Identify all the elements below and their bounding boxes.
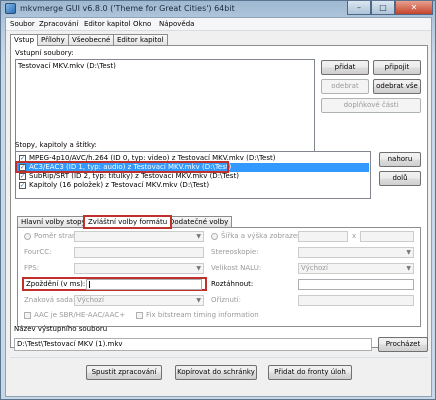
tab-extra-options[interactable]: Dodatečné volby [165,216,233,227]
fps-select[interactable]: ▼ [74,263,204,274]
stereoscopy-select[interactable]: ▼ [298,247,414,258]
tab-vseobecne[interactable]: Všeobecné [68,34,115,45]
display-size-x: x [352,232,357,240]
tracks-label: Stopy, kapitoly a štítky: [15,141,97,149]
close-button[interactable]: ✕ [395,1,433,15]
nalu-size-label: Velikost NALU: [211,264,262,272]
track-item[interactable]: ✓ SubRip/SRT (ID 2, typ: titulky) z Testo… [17,172,369,181]
delay-input[interactable] [86,279,202,290]
delay-label: Zpoždění (v ms): [26,280,86,288]
track-item-selected[interactable]: ✓ AC3/EAC3 (ID 1, typ: audio) z Testovací… [17,163,369,172]
start-muxing-button[interactable]: Spustit zpracování [86,365,162,380]
minimize-button[interactable]: – [347,1,371,15]
track-item[interactable]: ✓ Kapitoly (16 položek) z Testovací MKV.m… [17,181,369,190]
output-filename-label: Název výstupního souboru [14,325,108,333]
track-checkbox[interactable]: ✓ [19,155,26,162]
track-checkbox[interactable]: ✓ [19,164,26,171]
display-height-input[interactable] [360,231,414,242]
stretch-input[interactable] [298,279,414,290]
aspect-ratio-select[interactable]: ▼ [74,231,204,242]
input-files-list[interactable]: Testovací MKV.mkv (D:\Test) [15,59,315,154]
fix-bitstream-label: Fix bitstream timing information [146,311,259,319]
cropping-label: Oříznutí: [211,296,241,304]
menu-editor-kapitol[interactable]: Editor kapitol [84,20,131,28]
sub-charset-select[interactable]: Výchozí ▼ [74,295,204,306]
additional-parts-button[interactable]: doplňkové části [321,98,421,113]
track-option-tabs: Hlavní volby stopy Zvláštní volby formát… [17,215,257,229]
menu-soubor[interactable]: Soubor [10,20,35,28]
tracks-list[interactable]: ✓ MPEG-4p10/AVC/h.264 (ID 0, typ: video) … [15,151,371,199]
window-title: mkvmerge GUI v6.8.0 ('Theme for Great Ci… [20,4,235,13]
main-tabs: Vstup Přílohy Všeobecné Editor kapitol [10,34,210,46]
tab-editor-kapitol[interactable]: Editor kapitol [113,34,168,45]
separator [10,357,428,358]
track-item[interactable]: ✓ MPEG-4p10/AVC/h.264 (ID 0, typ: video) … [17,154,369,163]
tab-main-track-options[interactable]: Hlavní volby stopy [17,216,90,227]
aspect-ratio-label: Poměr stran: [34,232,79,240]
aspect-ratio-radio[interactable] [24,233,31,240]
client-area: Soubor Zpracování Editor kapitol Okno Ná… [5,17,432,397]
tab-vstup[interactable]: Vstup [10,34,39,46]
append-file-button[interactable]: připojit [373,60,421,75]
tab-format-specific-options[interactable]: Zvláštní volby formátu [82,215,173,229]
maximize-button[interactable]: □ [371,1,395,15]
copy-to-clipboard-button[interactable]: Kopírovat do schránky [175,365,257,380]
input-files-label: Vstupní soubory: [15,49,74,57]
app-icon [5,3,16,14]
display-width-input[interactable] [298,231,348,242]
app-window: mkvmerge GUI v6.8.0 ('Theme for Great Ci… [0,0,436,400]
stereoscopy-label: Stereoskopie: [211,248,259,256]
browse-button[interactable]: Procházet [378,337,428,352]
tab-prilohy[interactable]: Přílohy [37,34,69,45]
display-size-radio[interactable] [211,233,218,240]
move-up-button[interactable]: nahoru [379,152,421,167]
aac-sbr-checkbox[interactable] [24,312,31,319]
aac-sbr-label: AAC je SBR/HE-AAC/AAC+ [34,311,126,319]
output-filename-input[interactable]: D:\Test\Testovací MKV (1).mkv [14,338,372,351]
fix-bitstream-checkbox[interactable] [136,312,143,319]
cropping-input[interactable] [298,295,414,306]
input-file-item[interactable]: Testovací MKV.mkv (D:\Test) [18,62,116,70]
format-options-panel: Poměr stran: ▼ Šířka a výška zobrazení: … [17,227,421,327]
menu-zpracovani[interactable]: Zpracování [39,20,78,28]
nalu-size-select[interactable]: Výchozí ▼ [298,263,414,274]
move-down-button[interactable]: dolů [379,171,421,186]
menu-napoveda[interactable]: Nápověda [159,20,194,28]
menu-okno[interactable]: Okno [133,20,151,28]
track-checkbox[interactable]: ✓ [19,173,26,180]
remove-all-button[interactable]: odebrat vše [373,79,421,94]
sub-charset-label: Znaková sada: [24,296,76,304]
track-checkbox[interactable]: ✓ [19,182,26,189]
remove-file-button[interactable]: odebrat [321,79,369,94]
title-bar: mkvmerge GUI v6.8.0 ('Theme for Great Ci… [1,1,436,17]
fps-label: FPS: [24,264,40,272]
display-size-label: Šířka a výška zobrazení: [221,232,306,240]
fourcc-input[interactable] [74,247,204,258]
menu-bar: Soubor Zpracování Editor kapitol Okno Ná… [6,18,431,31]
add-to-job-queue-button[interactable]: Přidat do fronty úloh [268,365,352,380]
stretch-label: Roztáhnout: [211,280,254,288]
input-tab-panel: Vstupní soubory: Testovací MKV.mkv (D:\T… [10,45,428,348]
add-file-button[interactable]: přidat [321,60,369,75]
fourcc-label: FourCC: [24,248,52,256]
